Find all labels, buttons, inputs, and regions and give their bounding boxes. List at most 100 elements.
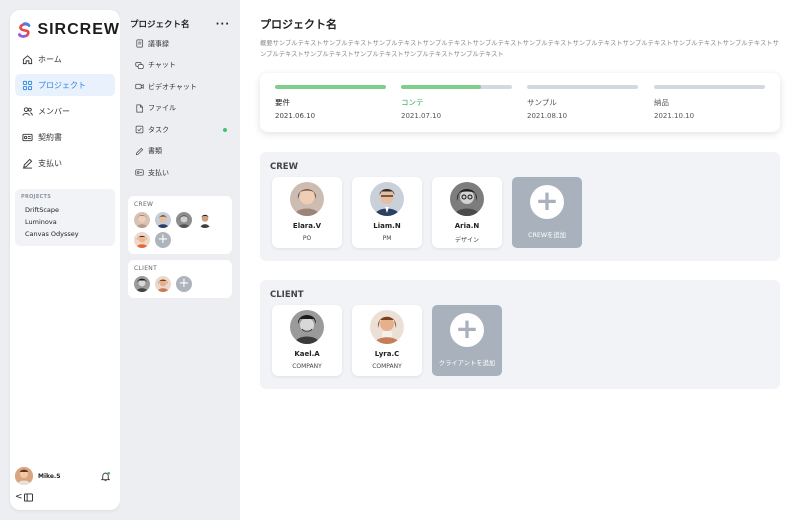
sidebar-toggle-icon bbox=[23, 492, 33, 502]
add-client-button[interactable]: + クライアントを追加 bbox=[432, 305, 502, 376]
crew-avatar[interactable] bbox=[134, 231, 150, 248]
crew-avatar[interactable] bbox=[155, 211, 171, 228]
crew-member-card[interactable]: Elara.V PO bbox=[272, 177, 342, 248]
project-menu: プロジェクト名 ··· 議事録 チャット ビデオチャット ファイル タスク 書類 bbox=[120, 0, 240, 520]
menu-item-minutes[interactable]: 議事録 bbox=[120, 33, 240, 55]
nav-item-label: メンバー bbox=[38, 106, 70, 116]
add-crew-button[interactable]: + CREWを追加 bbox=[512, 177, 582, 248]
add-crew-mini-button[interactable]: + bbox=[155, 231, 171, 248]
member-role: PO bbox=[302, 235, 312, 242]
main-sidebar: SIRCREW ホーム プロジェクト メンバー 契約書 支払い PROJECTS… bbox=[10, 10, 120, 510]
crew-avatar[interactable] bbox=[176, 211, 192, 228]
collapse-arrow: < bbox=[15, 492, 23, 502]
member-avatar bbox=[290, 310, 324, 344]
member-name: Lyra.C bbox=[374, 350, 400, 358]
stage-progress-bar bbox=[401, 85, 512, 89]
add-client-mini-button[interactable]: + bbox=[176, 275, 192, 292]
crew-avatar[interactable] bbox=[134, 211, 150, 228]
crew-avatar[interactable] bbox=[197, 211, 213, 228]
member-avatar bbox=[370, 182, 404, 216]
menu-item-label: 書類 bbox=[148, 147, 162, 156]
file-icon bbox=[136, 104, 144, 113]
plus-icon: + bbox=[450, 313, 484, 347]
nav-item-payments[interactable]: 支払い bbox=[15, 152, 115, 174]
client-mini-title: CLIENT bbox=[134, 264, 158, 272]
client-member-card[interactable]: Lyra.C COMPANY bbox=[352, 305, 422, 376]
nav-item-label: ホーム bbox=[38, 54, 62, 64]
nav-item-contracts[interactable]: 契約書 bbox=[15, 126, 115, 148]
menu-item-chat[interactable]: チャット bbox=[120, 55, 240, 77]
project-menu-title: プロジェクト名 bbox=[130, 20, 190, 30]
menu-item-payments[interactable]: 支払い bbox=[120, 162, 240, 184]
menu-item-files[interactable]: ファイル bbox=[120, 98, 240, 120]
client-avatar[interactable] bbox=[134, 275, 150, 292]
menu-item-label: ビデオチャット bbox=[148, 82, 197, 91]
stage-progress-bar bbox=[275, 85, 386, 89]
member-name: Kael.A bbox=[294, 350, 320, 358]
add-crew-label: CREWを追加 bbox=[528, 232, 566, 239]
nav-item-label: 契約書 bbox=[38, 132, 62, 142]
timeline-stage[interactable]: 納品 2021.10.10 bbox=[654, 85, 765, 120]
users-icon bbox=[22, 106, 33, 116]
nav-item-home[interactable]: ホーム bbox=[15, 48, 115, 70]
project-link[interactable]: Canvas Odyssey bbox=[15, 228, 115, 240]
stage-progress-bar bbox=[654, 85, 765, 89]
client-avatar[interactable] bbox=[155, 275, 171, 292]
project-link[interactable]: DriftScape bbox=[15, 204, 115, 216]
project-link[interactable]: Luminova bbox=[15, 216, 115, 228]
projects-title: PROJECTS bbox=[21, 194, 52, 200]
crew-mini-title: CREW bbox=[134, 200, 154, 208]
notification-bell-icon[interactable] bbox=[100, 471, 111, 482]
stage-name: コンテ bbox=[401, 98, 424, 107]
contract-icon bbox=[22, 133, 33, 141]
member-role: PM bbox=[382, 235, 392, 242]
crew-member-card[interactable]: Liam.N PM bbox=[352, 177, 422, 248]
project-detail: プロジェクト名 概要サンプルテキストサンプルテキストサンプルテキストサンプルテキ… bbox=[240, 0, 800, 520]
stage-progress-bar bbox=[527, 85, 638, 89]
menu-item-video-chat[interactable]: ビデオチャット bbox=[120, 76, 240, 98]
stage-name: 納品 bbox=[654, 98, 669, 107]
app-logo[interactable]: SIRCREW bbox=[10, 10, 120, 43]
nav-item-members[interactable]: メンバー bbox=[15, 100, 115, 122]
chat-icon bbox=[135, 61, 144, 69]
timeline-stage[interactable]: 要件 2021.06.10 bbox=[275, 85, 386, 120]
timeline-stage[interactable]: コンテ 2021.07.10 bbox=[401, 85, 512, 120]
stage-name: サンプル bbox=[527, 98, 557, 107]
menu-item-label: タスク bbox=[148, 125, 169, 134]
menu-item-tasks[interactable]: タスク bbox=[120, 119, 240, 141]
member-name: Elara.V bbox=[292, 222, 322, 230]
user-name: Mike.S bbox=[38, 472, 61, 480]
add-client-label: クライアントを追加 bbox=[438, 360, 496, 367]
menu-item-label: 議事録 bbox=[148, 39, 169, 48]
project-timeline: 要件 2021.06.10 コンテ 2021.07.10 サンプル 2021.0… bbox=[260, 73, 780, 132]
client-member-card[interactable]: Kael.A COMPANY bbox=[272, 305, 342, 376]
crew-section-title: CREW bbox=[270, 162, 298, 172]
app-name: SIRCREW bbox=[37, 21, 120, 38]
current-user[interactable]: Mike.S bbox=[15, 467, 115, 485]
nav-item-project[interactable]: プロジェクト bbox=[15, 74, 115, 96]
menu-item-label: ファイル bbox=[148, 104, 176, 113]
task-icon bbox=[135, 125, 144, 134]
more-options-button[interactable]: ··· bbox=[216, 19, 230, 30]
client-section-title: CLIENT bbox=[270, 290, 304, 300]
project-description: 概要サンプルテキストサンプルテキストサンプルテキストサンプルテキストサンプルテキ… bbox=[260, 40, 779, 58]
menu-item-documents[interactable]: 書類 bbox=[120, 141, 240, 163]
crew-mini-card: CREW + bbox=[128, 195, 232, 254]
nav-item-label: 支払い bbox=[38, 158, 62, 168]
payment-icon bbox=[135, 169, 144, 176]
document-icon bbox=[136, 39, 144, 48]
menu-item-label: チャット bbox=[148, 61, 176, 70]
stage-date: 2021.10.10 bbox=[654, 112, 695, 120]
crew-member-card[interactable]: Aria.N デザイン bbox=[432, 177, 502, 248]
stage-date: 2021.08.10 bbox=[527, 112, 568, 120]
timeline-stage[interactable]: サンプル 2021.08.10 bbox=[527, 85, 638, 120]
home-icon bbox=[22, 54, 33, 64]
pen-icon bbox=[22, 158, 33, 169]
member-name: Liam.N bbox=[373, 222, 401, 230]
video-icon bbox=[135, 84, 144, 90]
member-avatar bbox=[450, 182, 484, 216]
client-section: CLIENT Kael.A COMPANY Lyra.C COMPANY + ク… bbox=[260, 280, 780, 389]
collapse-sidebar-button[interactable]: < bbox=[15, 492, 33, 502]
member-role: COMPANY bbox=[372, 363, 402, 370]
member-avatar bbox=[370, 310, 404, 344]
